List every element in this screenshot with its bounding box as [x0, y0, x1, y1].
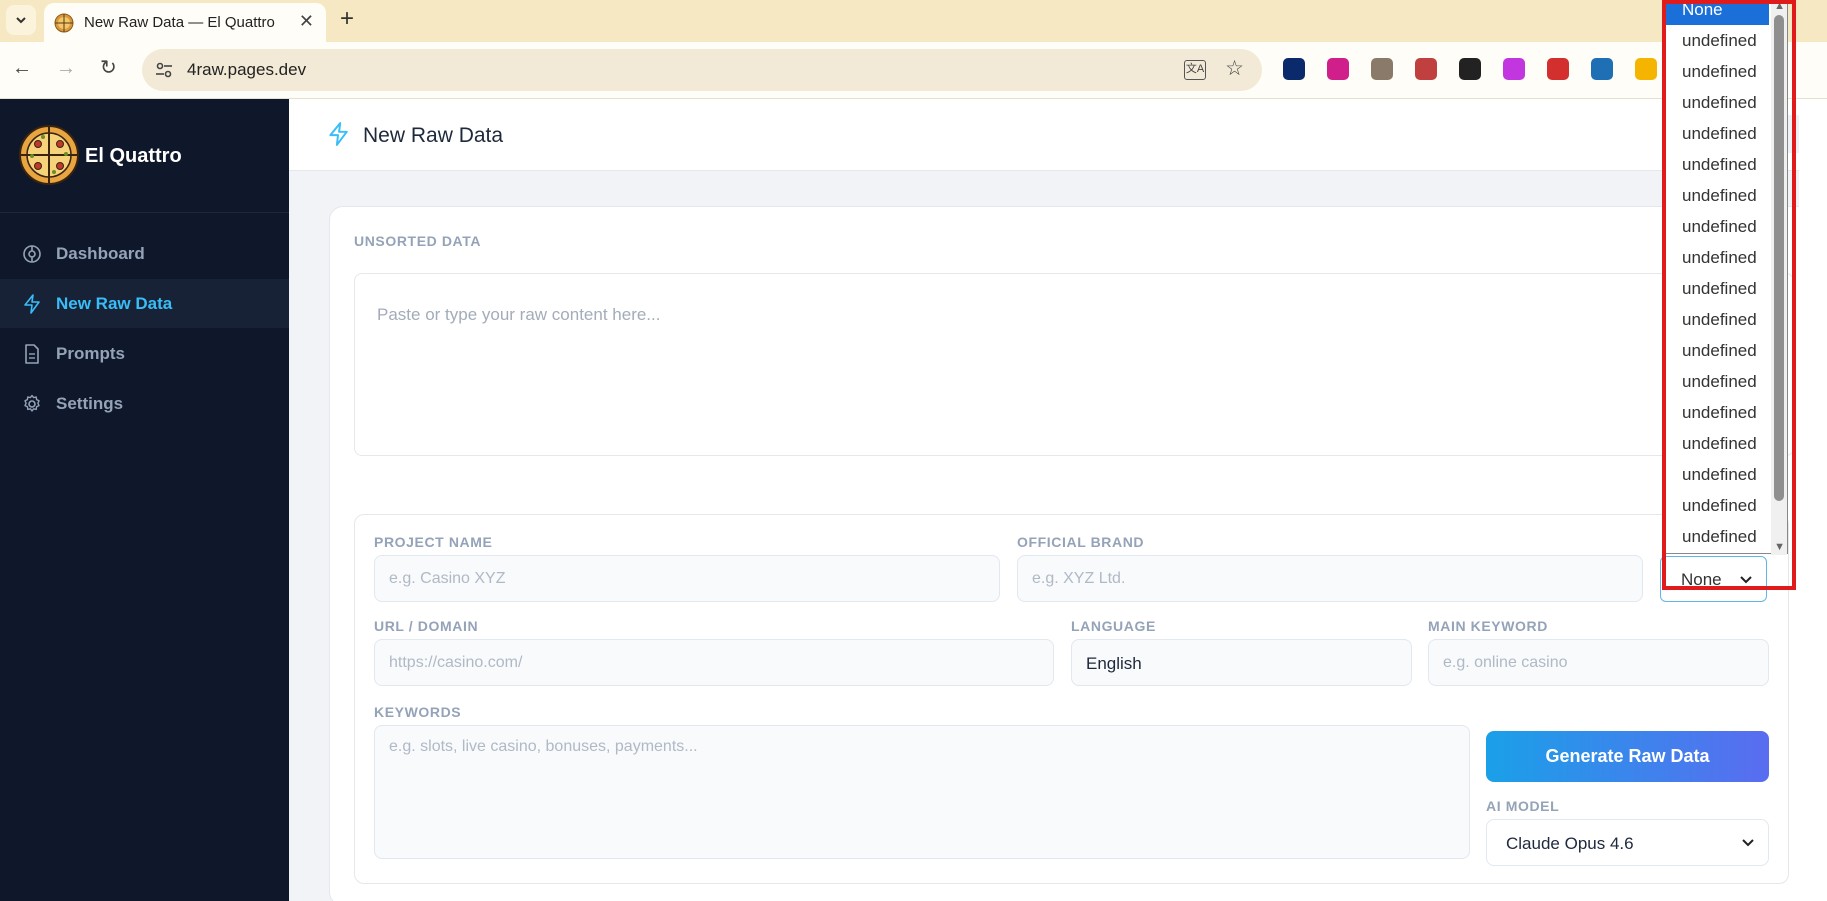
language-input[interactable]: English [1071, 639, 1412, 686]
book-extension-icon[interactable] [1591, 58, 1613, 80]
generate-raw-data-button[interactable]: Generate Raw Data [1486, 731, 1769, 782]
page-title: New Raw Data [363, 124, 504, 147]
sidebar-item-new-raw-data[interactable]: New Raw Data [0, 279, 289, 328]
feather-extension-icon[interactable] [1371, 58, 1393, 80]
ai-model-value: Claude Opus 4.6 [1506, 834, 1634, 853]
download-extension-icon[interactable] [1327, 58, 1349, 80]
dashboard-icon [23, 244, 41, 263]
document-icon [25, 343, 39, 364]
pizza-favicon-icon [54, 13, 74, 32]
sidebar-item-dashboard[interactable]: Dashboard [0, 229, 289, 278]
unsorted-data-label: UNSORTED DATA [354, 233, 482, 249]
translate-icon[interactable]: 文A [1184, 60, 1206, 80]
ai-model-label: AI MODEL [1486, 798, 1560, 814]
url-domain-label: URL / DOMAIN [374, 618, 479, 634]
pen-extension-icon[interactable] [1415, 58, 1437, 80]
pizza-logo-icon [19, 125, 79, 185]
official-brand-label: OFFICIAL BRAND [1017, 534, 1145, 550]
gear-icon [24, 394, 40, 412]
sidebar: El Quattro Dashboard New Raw Data Prompt… [0, 99, 289, 901]
forward-icon[interactable]: → [56, 58, 76, 78]
lightning-icon [329, 122, 348, 146]
browser-toolbar: ← → ↻ 4raw.pages.dev 文A ☆ [0, 42, 1827, 99]
ai-model-select[interactable]: Claude Opus 4.6 [1486, 819, 1769, 866]
brand-name: El Quattro [85, 145, 182, 167]
project-details-panel: PROJECT NAME e.g. Casino XYZ OFFICIAL BR… [354, 514, 1789, 884]
seo-extension-icon[interactable] [1547, 58, 1569, 80]
hexagon-extension-icon[interactable] [1283, 58, 1305, 80]
chevron-down-icon [1742, 839, 1754, 847]
back-icon[interactable]: ← [12, 58, 32, 78]
lock-extension-icon[interactable] [1635, 58, 1657, 80]
site-settings-icon[interactable] [154, 60, 174, 80]
main-keyword-input[interactable]: e.g. online casino [1428, 639, 1769, 686]
tab-close-icon[interactable]: ✕ [299, 12, 314, 30]
official-brand-placeholder: e.g. XYZ Ltd. [1032, 570, 1126, 587]
sidebar-item-label: New Raw Data [56, 293, 173, 313]
page-header: New Raw Data [289, 99, 1827, 171]
sidebar-item-prompts[interactable]: Prompts [0, 329, 289, 378]
sidebar-item-settings[interactable]: Settings [0, 379, 289, 428]
language-label: LANGUAGE [1071, 618, 1156, 634]
browser-tab-bar: New Raw Data — El Quattro ✕ + [0, 0, 1827, 42]
unsorted-data-placeholder: Paste or type your raw content here... [377, 305, 661, 324]
sidebar-item-label: Dashboard [56, 243, 145, 263]
unsorted-data-textarea[interactable]: Paste or type your raw content here... [354, 273, 1794, 456]
main-keyword-label: MAIN KEYWORD [1428, 618, 1548, 634]
annotation-highlight-box [1662, 0, 1796, 590]
address-url: 4raw.pages.dev [187, 60, 307, 79]
lightning-icon [24, 293, 40, 314]
reload-icon[interactable]: ↻ [100, 58, 117, 78]
url-domain-input[interactable]: https://casino.com/ [374, 639, 1054, 686]
sidebar-item-label: Settings [56, 393, 124, 413]
bookmark-star-icon[interactable]: ☆ [1225, 58, 1244, 79]
sidebar-item-label: Prompts [56, 343, 125, 363]
project-name-label: PROJECT NAME [374, 534, 493, 550]
browser-tab[interactable]: New Raw Data — El Quattro ✕ [44, 3, 326, 42]
keywords-label: KEYWORDS [374, 704, 462, 720]
page-edge [1799, 99, 1827, 901]
tab-title: New Raw Data — El Quattro [84, 14, 275, 31]
main-keyword-placeholder: e.g. online casino [1443, 654, 1568, 671]
tab-search-button[interactable] [6, 5, 36, 35]
url-domain-placeholder: https://casino.com/ [389, 654, 523, 671]
project-name-input[interactable]: e.g. Casino XYZ [374, 555, 1000, 602]
address-bar[interactable]: 4raw.pages.dev 文A ☆ [142, 49, 1262, 91]
chevron-down-icon [16, 17, 26, 24]
project-name-placeholder: e.g. Casino XYZ [389, 570, 506, 587]
language-value: English [1086, 654, 1142, 673]
keywords-textarea[interactable]: e.g. slots, live casino, bonuses, paymen… [374, 725, 1470, 859]
keywords-placeholder: e.g. slots, live casino, bonuses, paymen… [389, 738, 698, 755]
ninja-extension-icon[interactable] [1459, 58, 1481, 80]
raw-data-card: UNSORTED DATA Paste or type your raw con… [329, 206, 1812, 901]
brand: El Quattro [0, 99, 289, 213]
official-brand-input[interactable]: e.g. XYZ Ltd. [1017, 555, 1643, 602]
new-tab-icon[interactable]: + [340, 7, 354, 31]
edit-extension-icon[interactable] [1503, 58, 1525, 80]
